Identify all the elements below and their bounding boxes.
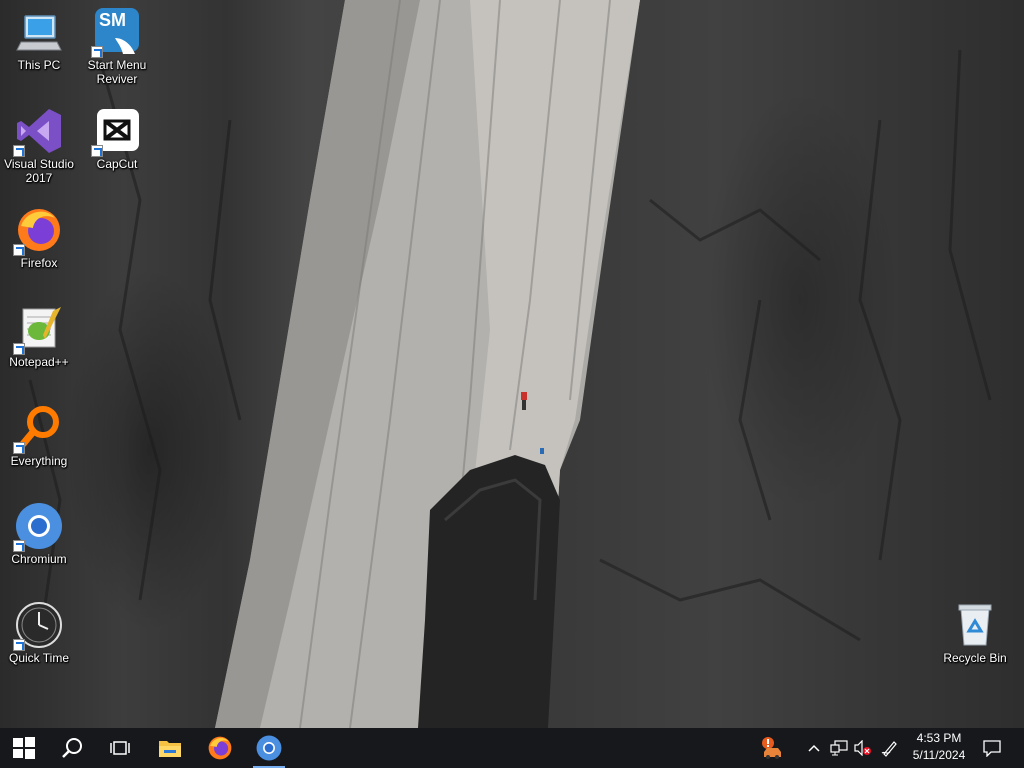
windows-start-icon xyxy=(13,737,35,759)
start-menu-reviver-icon: SM xyxy=(91,8,141,58)
chromium-icon xyxy=(13,502,63,552)
drive-warning-icon xyxy=(762,737,781,759)
search-icon xyxy=(62,738,82,758)
shortcut-arrow-icon xyxy=(13,442,25,454)
notification-icon xyxy=(983,740,1001,757)
visual-studio-icon xyxy=(13,107,63,157)
chevron-up-icon xyxy=(808,744,820,752)
network-icon xyxy=(830,740,848,756)
chromium-icon xyxy=(256,735,282,761)
quick-time-icon xyxy=(13,601,63,651)
desktop-icon-start-menu-reviver[interactable]: SM Start Menu Reviver xyxy=(80,8,154,86)
this-pc-icon xyxy=(15,8,63,56)
firefox-icon xyxy=(208,736,232,760)
desktop-icon-label: CapCut xyxy=(96,157,138,171)
volume-button[interactable] xyxy=(852,728,874,768)
desktop-icon-label: Firefox xyxy=(20,256,58,270)
shortcut-arrow-icon xyxy=(13,343,25,355)
capcut-icon xyxy=(91,107,141,157)
desktop-icon-chromium[interactable]: Chromium xyxy=(2,502,76,566)
desktop-icon-firefox[interactable]: Firefox xyxy=(2,206,76,270)
recycle-bin-icon xyxy=(951,601,999,649)
firefox-icon xyxy=(13,206,63,256)
task-view-icon xyxy=(110,741,130,755)
desktop-icon-capcut[interactable]: CapCut xyxy=(80,107,154,171)
tray-drive-warning[interactable] xyxy=(754,728,788,768)
taskbar-firefox[interactable] xyxy=(196,728,244,768)
desktop-icon-everything[interactable]: Everything xyxy=(2,404,76,468)
task-view-button[interactable] xyxy=(96,728,144,768)
shortcut-arrow-icon xyxy=(91,46,103,58)
shortcut-arrow-icon xyxy=(13,145,25,157)
shortcut-arrow-icon xyxy=(91,145,103,157)
desktop-icon-label: Notepad++ xyxy=(9,355,69,369)
notepadpp-icon xyxy=(13,305,63,355)
network-button[interactable] xyxy=(828,728,850,768)
search-button[interactable] xyxy=(48,728,96,768)
desktop-icon-recycle-bin[interactable]: Recycle Bin xyxy=(938,601,1012,665)
desktop-icon-label: Recycle Bin xyxy=(943,651,1007,665)
desktop-icon-this-pc[interactable]: This PC xyxy=(2,8,76,72)
shortcut-arrow-icon xyxy=(13,639,25,651)
everything-icon xyxy=(13,404,63,454)
start-button[interactable] xyxy=(0,728,48,768)
taskbar-file-explorer[interactable] xyxy=(146,728,194,768)
shortcut-arrow-icon xyxy=(13,540,25,552)
desktop-icon-label: Visual Studio 2017 xyxy=(4,157,74,185)
volume-muted-icon xyxy=(854,740,871,756)
desktop-icon-quick-time[interactable]: Quick Time xyxy=(2,601,76,665)
pen-icon xyxy=(881,741,897,757)
sm-logo-text: SM xyxy=(99,10,126,30)
file-explorer-icon xyxy=(159,741,181,757)
pen-workspace-button[interactable] xyxy=(878,728,902,768)
show-hidden-icons-button[interactable] xyxy=(804,728,824,768)
desktop-icon-label: Everything xyxy=(10,454,68,468)
desktop-icon-label: Start Menu Reviver xyxy=(87,58,147,86)
desktop-icon-label: This PC xyxy=(17,58,61,72)
desktop-icon-notepadpp[interactable]: Notepad++ xyxy=(2,305,76,369)
action-center-button[interactable] xyxy=(978,728,1006,768)
desktop-icon-label: Chromium xyxy=(11,552,67,566)
desktop-icon-visual-studio[interactable]: Visual Studio 2017 xyxy=(2,107,76,185)
taskbar-chromium[interactable] xyxy=(245,728,293,768)
taskbar-clock[interactable]: 4:53 PM 5/11/2024 xyxy=(906,730,972,766)
desktop-icon-label: Quick Time xyxy=(8,651,69,665)
clock-date: 5/11/2024 xyxy=(912,748,966,762)
taskbar: 4:53 PM 5/11/2024 xyxy=(0,728,1024,768)
shortcut-arrow-icon xyxy=(13,244,25,256)
clock-time: 4:53 PM xyxy=(916,731,962,745)
